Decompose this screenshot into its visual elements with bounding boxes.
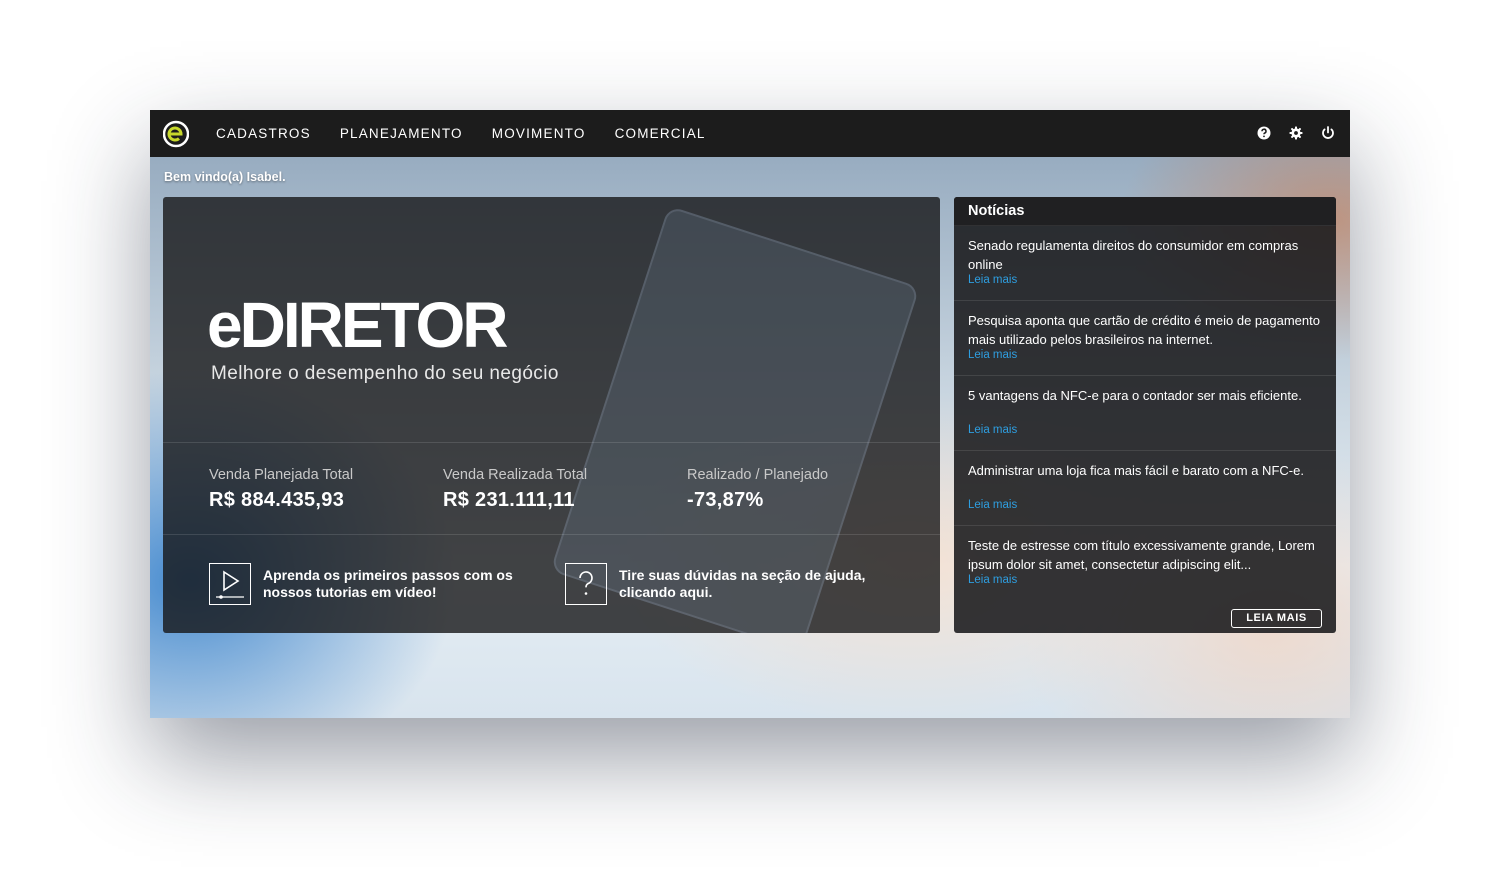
video-tutorials-text: Aprenda os primeiros passos com os nosso… [263,567,513,601]
news-item: Teste de estresse com título excessivame… [954,526,1336,601]
news-item: Senado regulamenta direitos do consumido… [954,226,1336,301]
video-play-icon [209,563,251,605]
nav-item-comercial[interactable]: COMERCIAL [615,126,706,141]
app-window: CADASTROS PLANEJAMENTO MOVIMENTO COMERCI… [150,110,1350,718]
news-headline[interactable]: Pesquisa aponta que cartão de crédito é … [968,311,1322,349]
video-tutorials-link[interactable]: Aprenda os primeiros passos com os nosso… [209,563,513,605]
nav-item-cadastros[interactable]: CADASTROS [216,126,311,141]
divider [163,442,940,443]
stat-realized-sales: Venda Realizada Total R$ 231.111,11 [443,467,587,512]
stat-planned-sales: Venda Planejada Total R$ 884.435,93 [209,467,353,512]
main-menu: CADASTROS PLANEJAMENTO MOVIMENTO COMERCI… [216,110,735,157]
news-headline[interactable]: Senado regulamenta direitos do consumido… [968,236,1322,274]
stat-value: R$ 884.435,93 [209,489,345,511]
nav-item-movimento[interactable]: MOVIMENTO [492,126,586,141]
divider [163,534,940,535]
welcome-message: Bem vindo(a) Isabel. [164,170,286,184]
news-item: Administrar uma loja fica mais fácil e b… [954,451,1336,526]
news-headline[interactable]: 5 vantagens da NFC-e para o contador ser… [968,386,1322,405]
stat-label: Venda Planejada Total [209,467,354,483]
news-title: Notícias [954,197,1336,226]
help-section-text: Tire suas dúvidas na seção de ajuda, cli… [619,567,865,601]
news-item: Pesquisa aponta que cartão de crédito é … [954,301,1336,376]
edireto-logo-icon[interactable] [163,119,189,149]
read-more-link[interactable]: Leia mais [968,349,1017,361]
top-actions [1240,125,1336,141]
read-more-button[interactable]: LEIA MAIS [1231,609,1322,628]
help-text-line: Aprenda os primeiros passos com os [263,567,513,583]
brand-tagline: Melhore o desempenho do seu negócio [211,363,559,384]
news-item: 5 vantagens da NFC-e para o contador ser… [954,376,1336,451]
read-more-link[interactable]: Leia mais [968,424,1017,436]
top-navigation-bar: CADASTROS PLANEJAMENTO MOVIMENTO COMERCI… [150,110,1350,157]
brand-title: eDIRETOR [207,289,508,361]
news-panel: Notícias Senado regulamenta direitos do … [954,197,1336,633]
hero-panel: eDIRETOR Melhore o desempenho do seu neg… [163,197,940,633]
stat-value: R$ 231.111,11 [443,489,575,511]
help-text-line: nossos tutorias em vídeo! [263,584,437,600]
stat-realized-vs-planned: Realizado / Planejado -73,87% [687,467,828,512]
stat-label: Realizado / Planejado [687,467,829,483]
question-mark-icon [565,563,607,605]
read-more-link[interactable]: Leia mais [968,274,1017,286]
read-more-link[interactable]: Leia mais [968,574,1017,586]
help-text-line: clicando aqui. [619,584,713,600]
help-icon[interactable] [1256,125,1272,141]
help-section-link[interactable]: Tire suas dúvidas na seção de ajuda, cli… [565,563,865,605]
stat-value: -73,87% [687,489,764,511]
nav-item-planejamento[interactable]: PLANEJAMENTO [340,126,463,141]
read-more-link[interactable]: Leia mais [968,499,1017,511]
gear-icon[interactable] [1288,125,1304,141]
power-icon[interactable] [1320,125,1336,141]
help-text-line: Tire suas dúvidas na seção de ajuda, [619,567,866,583]
news-headline[interactable]: Administrar uma loja fica mais fácil e b… [968,461,1322,480]
stat-label: Venda Realizada Total [443,467,588,483]
news-headline[interactable]: Teste de estresse com título excessivame… [968,536,1322,574]
